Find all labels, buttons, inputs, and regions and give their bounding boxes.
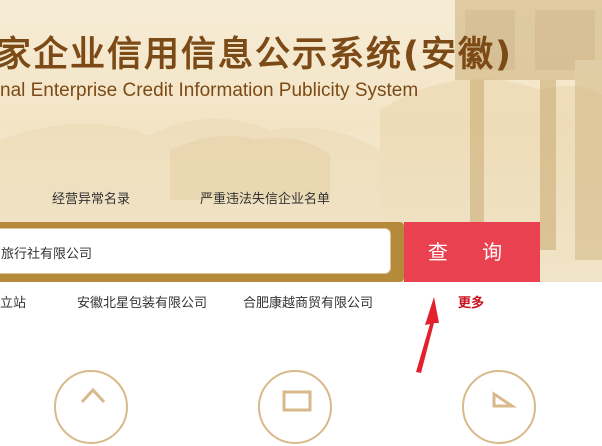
- annotation-arrow-icon: [416, 297, 439, 373]
